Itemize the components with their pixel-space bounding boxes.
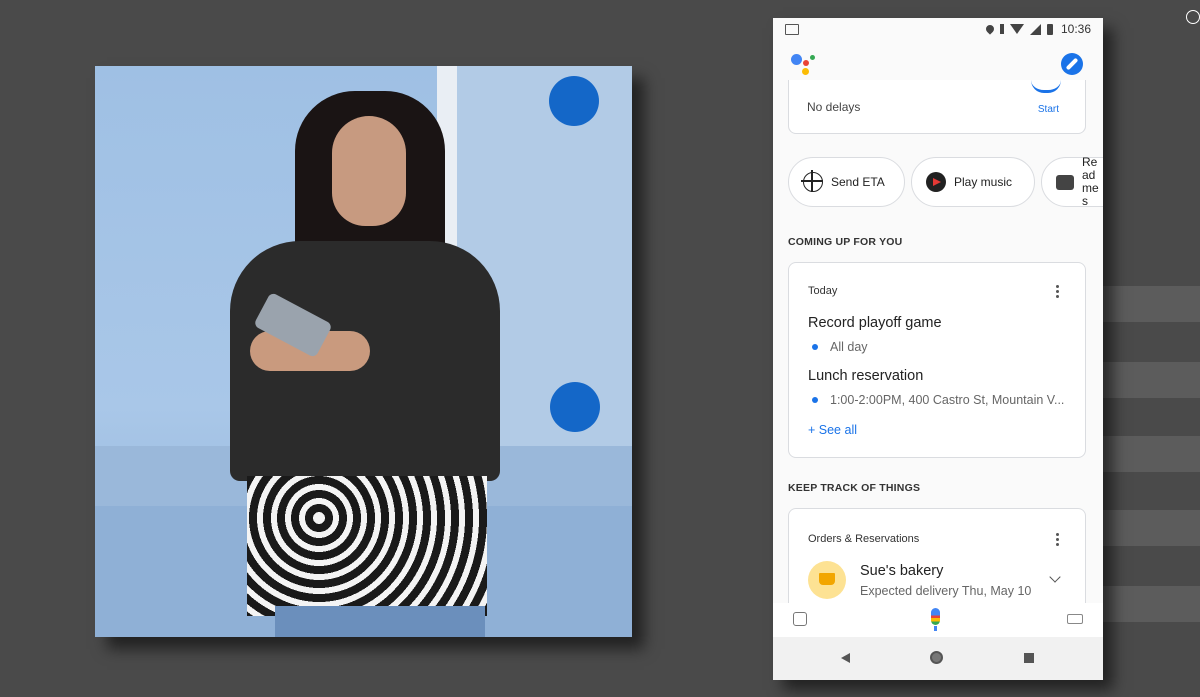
recents-icon[interactable] [1024, 653, 1034, 663]
start-button[interactable]: Start [1038, 104, 1059, 115]
assistant-input-bar [773, 603, 1103, 637]
read-messages-chip[interactable]: Read mes [1041, 155, 1103, 208]
background-stripe [1090, 510, 1200, 546]
screencast-icon [785, 23, 799, 35]
keyboard-icon[interactable] [1067, 614, 1083, 624]
more-options-icon[interactable] [1056, 285, 1059, 298]
crosshair-icon [801, 170, 823, 192]
background-stripe [1090, 586, 1200, 622]
chip-label: Read mes [1082, 155, 1099, 208]
wifi-icon [1009, 24, 1024, 34]
home-icon[interactable] [930, 651, 943, 664]
event-title[interactable]: Record playoff game [808, 315, 942, 331]
music-play-icon [926, 172, 946, 192]
background-stripe [1090, 362, 1200, 398]
phone-screen: 10:36 No delays Start Send ETA Play musi… [773, 18, 1103, 680]
event-bullet [812, 397, 818, 403]
background-stripe [1090, 436, 1200, 472]
assistant-logo-icon [791, 52, 819, 76]
location-icon [984, 23, 996, 35]
chip-label: Send ETA [831, 175, 885, 189]
background-stripe [1090, 286, 1200, 322]
commute-status: No delays [807, 100, 861, 114]
section-title: COMING UP FOR YOU [788, 236, 903, 248]
android-nav-bar [773, 637, 1103, 680]
lens-icon[interactable] [793, 612, 807, 626]
presenter-jeans [275, 606, 485, 637]
event-title[interactable]: Lunch reservation [808, 368, 923, 384]
see-all-link[interactable]: + See all [808, 423, 857, 437]
order-detail: Expected delivery Thu, May 10 [860, 584, 1032, 598]
status-bar: 10:36 [773, 18, 1103, 40]
mic-icon[interactable] [931, 608, 940, 625]
status-icons: 10:36 [984, 22, 1091, 36]
presenter-video [95, 66, 632, 637]
clock-icon [1186, 10, 1200, 24]
back-icon[interactable] [841, 653, 850, 663]
shopping-cart-icon [819, 573, 835, 585]
signal-icon [1029, 23, 1041, 35]
mic-stem [934, 626, 937, 631]
presenter-skirt [247, 476, 487, 616]
presenter-face [332, 116, 406, 226]
more-options-icon[interactable] [1056, 533, 1059, 546]
bluetooth-icon [999, 24, 1004, 34]
start-navigation-icon [1031, 80, 1061, 93]
explore-compass-icon[interactable] [1061, 53, 1083, 75]
send-eta-chip[interactable]: Send ETA [788, 157, 905, 207]
message-icon [1056, 174, 1074, 190]
orders-card[interactable]: Orders & Reservations Sue's bakery Expec… [788, 508, 1086, 618]
stage-dot [549, 76, 599, 126]
play-music-chip[interactable]: Play music [911, 157, 1035, 207]
chip-label: Play music [954, 175, 1013, 189]
day-label: Today [808, 285, 838, 297]
event-bullet [812, 344, 818, 350]
order-title[interactable]: Sue's bakery [860, 563, 943, 579]
status-time: 10:36 [1060, 22, 1091, 36]
stage-dot [550, 382, 600, 432]
chevron-down-icon[interactable] [1049, 571, 1061, 583]
commute-card[interactable]: No delays Start [788, 80, 1086, 134]
event-detail: 1:00-2:00PM, 400 Castro St, Mountain V..… [830, 393, 1065, 407]
event-detail: All day [830, 340, 868, 354]
orders-title: Orders & Reservations [808, 533, 920, 545]
cart-avatar [808, 561, 846, 599]
upcoming-card[interactable]: Today Record playoff game All day Lunch … [788, 262, 1086, 458]
battery-icon [1046, 23, 1053, 35]
section-title: KEEP TRACK OF THINGS [788, 482, 921, 494]
